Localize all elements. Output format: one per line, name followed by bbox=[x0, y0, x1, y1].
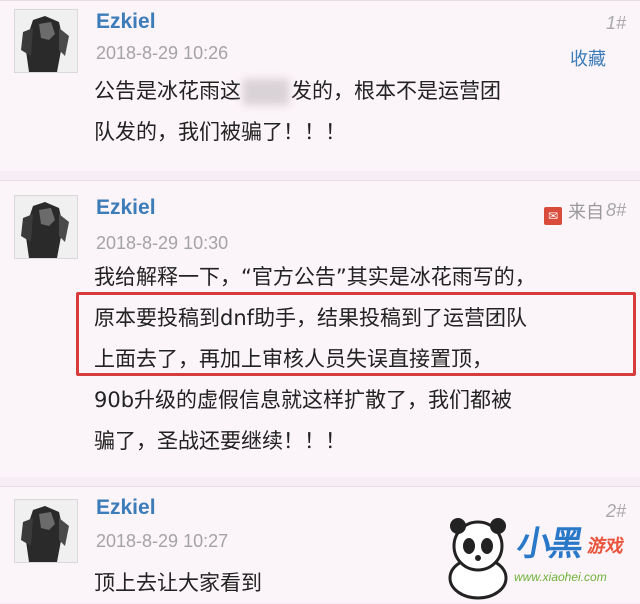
comment-post: Ezkiel 2018-8-29 10:26 1# 收藏 公告是冰花雨这 发的，根… bbox=[0, 0, 640, 171]
site-watermark: 小黑 游戏 www.xiaohei.com bbox=[438, 512, 638, 600]
comment-body: 公告是冰花雨这 发的，根本不是运营团 队发的，我们被骗了！！！ bbox=[94, 71, 624, 153]
source-badge-icon: ✉ bbox=[544, 207, 562, 225]
comment-line: 骗了，圣战还要继续！！！ bbox=[94, 429, 346, 453]
comment-line: 队发的，我们被骗了！！！ bbox=[94, 120, 346, 144]
timestamp: 2018-8-29 10:30 bbox=[96, 233, 229, 253]
floor-number: 1# bbox=[605, 13, 626, 33]
brand-text: 小黑 bbox=[513, 524, 585, 564]
source-label: ✉ 来自 bbox=[544, 198, 604, 225]
avatar[interactable] bbox=[14, 499, 78, 563]
favorite-button[interactable]: 收藏 bbox=[570, 45, 606, 71]
timestamp: 2018-8-29 10:27 bbox=[96, 531, 229, 551]
highlight-box bbox=[76, 292, 636, 376]
avatar[interactable] bbox=[14, 195, 78, 259]
panda-mascot-icon bbox=[448, 518, 508, 600]
comment-text-fragment: 公告是冰花雨这 bbox=[94, 79, 241, 103]
comment-line: 90b升级的虚假信息就这样扩散了，我们都被 bbox=[94, 388, 513, 412]
brand-suffix: 游戏 bbox=[585, 536, 626, 557]
source-text: 来自 bbox=[568, 202, 604, 223]
redacted-text bbox=[243, 79, 289, 105]
floor-number: 8# bbox=[605, 200, 626, 220]
comment-line: 公告是冰花雨这 发的，根本不是运营团 bbox=[94, 71, 624, 112]
username[interactable]: Ezkiel bbox=[96, 496, 156, 520]
timestamp: 2018-8-29 10:26 bbox=[96, 43, 229, 63]
brand-domain: www.xiaohei.com bbox=[514, 570, 607, 584]
comment-text-fragment: 发的，根本不是运营团 bbox=[291, 79, 501, 103]
username[interactable]: Ezkiel bbox=[96, 10, 156, 34]
username[interactable]: Ezkiel bbox=[96, 196, 156, 220]
avatar[interactable] bbox=[14, 9, 78, 73]
